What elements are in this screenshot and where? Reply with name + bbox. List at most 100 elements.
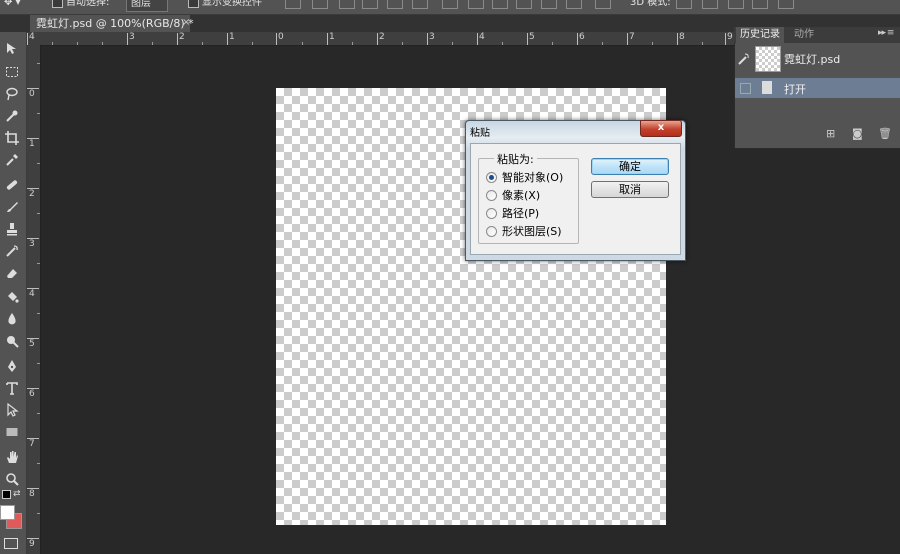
distribute-hcenter-icon[interactable] (541, 0, 557, 9)
ruler-top-number: 6 (579, 32, 585, 42)
ruler-top-number: 4 (479, 32, 485, 42)
cancel-button[interactable]: 取消 (591, 181, 669, 198)
blur-tool-icon[interactable] (2, 310, 22, 328)
ruler-left-number: 9 (29, 539, 35, 549)
align-right-icon[interactable] (412, 0, 428, 9)
dodge-tool-icon[interactable] (2, 332, 22, 350)
slide-3d-icon[interactable] (752, 0, 768, 9)
brush-tool-icon[interactable] (2, 198, 22, 216)
trash-icon[interactable]: 🗑 (878, 127, 892, 140)
ruler-left-number: 0 (29, 89, 35, 99)
new-document-from-state-icon[interactable]: ⊞ (826, 127, 835, 140)
history-brush-source-icon[interactable] (738, 53, 750, 65)
clone-stamp-tool-icon[interactable] (2, 220, 22, 238)
ruler-top-number: 0 (278, 32, 284, 42)
ruler-top-number: 3 (429, 32, 435, 42)
pan-3d-icon[interactable] (728, 0, 744, 9)
ruler-top-number: 7 (629, 32, 635, 42)
move-tool-preset-icon[interactable]: ✥ ▾ (4, 0, 21, 10)
swap-colors-icon[interactable]: ⇄ (13, 489, 21, 499)
foreground-color-swatch[interactable] (0, 505, 15, 520)
ruler-top-number: 2 (379, 32, 385, 42)
auto-select-label: 自动选择: (66, 0, 110, 8)
distribute-top-icon[interactable] (442, 0, 458, 9)
ruler-left: 0 1 2 3 4 5 6 7 8 9 (27, 45, 41, 554)
ruler-left-number: 5 (29, 339, 35, 349)
rectangle-tool-icon[interactable] (2, 423, 22, 441)
distribute-right-icon[interactable] (566, 0, 582, 9)
align-bottom-icon[interactable] (339, 0, 355, 9)
ruler-top-number: 1 (229, 32, 235, 42)
orbit-3d-icon[interactable] (676, 0, 692, 9)
scale-3d-icon[interactable] (778, 0, 794, 9)
tab-history[interactable]: 历史记录 (736, 27, 784, 43)
radio-path-label: 路径(P) (502, 207, 540, 220)
ruler-left-number: 3 (29, 239, 35, 249)
zoom-tool-icon[interactable] (2, 470, 22, 488)
distribute-bottom-icon[interactable] (492, 0, 508, 9)
ruler-left-number: 8 (29, 489, 35, 499)
radio-smart-object[interactable]: 智能对象(O) (486, 170, 563, 184)
move-tool-icon[interactable] (2, 40, 22, 58)
pen-tool-icon[interactable] (2, 357, 22, 375)
panel-menu-icon[interactable]: ▸▸ ≡ (878, 28, 894, 38)
ruler-left-number: 2 (29, 189, 35, 199)
marquee-tool-icon[interactable] (2, 63, 22, 81)
distribute-left-icon[interactable] (516, 0, 532, 9)
auto-align-icon[interactable] (595, 0, 611, 9)
quick-mask-icon[interactable] (4, 538, 18, 549)
radio-pixels-label: 像素(X) (502, 189, 541, 202)
align-left-icon[interactable] (362, 0, 378, 9)
align-vcenter-icon[interactable] (312, 0, 328, 9)
healing-brush-tool-icon[interactable] (2, 176, 22, 194)
layer-select-dropdown[interactable]: 图层 (126, 0, 168, 12)
hand-tool-icon[interactable] (2, 448, 22, 466)
ruler-top: 4 3 2 1 0 1 2 3 4 5 6 7 8 9 (27, 32, 734, 46)
quick-selection-tool-icon[interactable] (2, 107, 22, 125)
radio-unselected-icon (486, 225, 497, 237)
distribute-vcenter-icon[interactable] (468, 0, 484, 9)
tab-actions[interactable]: 动作 (790, 27, 818, 43)
ok-button[interactable]: 确定 (591, 158, 669, 175)
type-tool-icon[interactable] (2, 379, 22, 397)
ruler-top-number: 5 (529, 32, 535, 42)
ruler-left-number: 4 (29, 289, 35, 299)
radio-smart-object-label: 智能对象(O) (502, 171, 564, 184)
history-state-brush-checkbox[interactable] (740, 83, 751, 94)
document-tab-close-icon[interactable]: × (182, 17, 190, 28)
eraser-tool-icon[interactable] (2, 264, 22, 282)
roll-3d-icon[interactable] (702, 0, 718, 9)
show-transform-check-icon (188, 0, 199, 8)
radio-unselected-icon (486, 189, 497, 201)
auto-select-check-icon (52, 0, 63, 8)
path-selection-tool-icon[interactable] (2, 401, 22, 419)
auto-select-checkbox[interactable]: 自动选择: (52, 0, 109, 10)
show-transform-checkbox[interactable]: 显示变换控件 (188, 0, 262, 10)
history-brush-tool-icon[interactable] (2, 242, 22, 260)
history-state-row[interactable] (735, 78, 900, 98)
eyedropper-tool-icon[interactable] (2, 151, 22, 169)
dialog-close-button[interactable]: x (640, 120, 682, 137)
mode-3d-label: 3D 模式: (630, 0, 671, 8)
snapshot-thumbnail (755, 46, 781, 72)
align-hcenter-icon[interactable] (387, 0, 403, 9)
camera-icon[interactable]: ◙ (852, 127, 863, 140)
ruler-top-number: 9 (727, 32, 733, 42)
radio-shape-layer-label: 形状图层(S) (502, 225, 562, 238)
ruler-left-number: 7 (29, 439, 35, 449)
tools-panel: ⇄ (0, 32, 27, 554)
open-document-icon (762, 81, 772, 94)
align-top-icon[interactable] (285, 0, 301, 9)
ruler-top-number: 3 (129, 32, 135, 42)
document-tab[interactable]: 霓虹灯.psd @ 100%(RGB/8) * (30, 15, 194, 32)
snapshot-label: 霓虹灯.psd (784, 53, 841, 66)
paste-as-label: 粘贴为: (494, 151, 537, 167)
radio-path[interactable]: 路径(P) (486, 206, 539, 220)
paint-bucket-tool-icon[interactable] (2, 288, 22, 306)
lasso-tool-icon[interactable] (2, 85, 22, 103)
crop-tool-icon[interactable] (2, 129, 22, 147)
default-colors-icon[interactable] (2, 490, 11, 499)
radio-pixels[interactable]: 像素(X) (486, 188, 540, 202)
radio-shape-layer[interactable]: 形状图层(S) (486, 224, 562, 238)
show-transform-label: 显示变换控件 (202, 0, 262, 8)
